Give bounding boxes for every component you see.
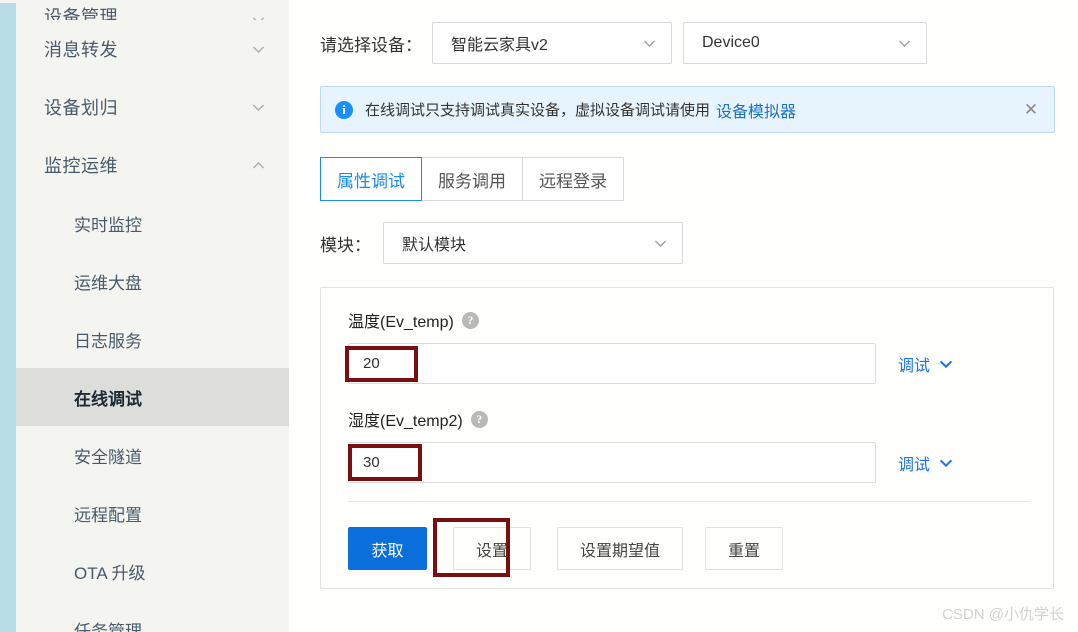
sidebar-item-label: 远程配置 bbox=[74, 505, 142, 525]
property-block-humidity: 湿度(Ev_temp2) ? 调试 bbox=[348, 407, 955, 483]
sidebar-item-online-debug[interactable]: 在线调试 bbox=[16, 368, 289, 426]
sidebar-item-remote-config[interactable]: 远程配置 bbox=[16, 484, 289, 542]
tab-remote-login[interactable]: 远程登录 bbox=[523, 157, 624, 201]
get-button-label: 获取 bbox=[371, 542, 404, 560]
device-simulator-link[interactable]: 设备模拟器 bbox=[716, 98, 796, 122]
info-circle-icon: i bbox=[335, 100, 353, 119]
question-circle-icon[interactable]: ? bbox=[470, 410, 488, 428]
property-debug-card: 温度(Ev_temp) ? 调试 湿度(Ev_temp2) ? bbox=[320, 287, 1054, 589]
device-select[interactable]: Device0 bbox=[683, 22, 927, 64]
debug-link-label: 调试 bbox=[898, 357, 931, 375]
device-selection-row: 请选择设备： 智能云家具v2 Device0 bbox=[320, 22, 927, 64]
question-circle-icon[interactable]: ? bbox=[461, 311, 479, 329]
product-select[interactable]: 智能云家具v2 bbox=[432, 22, 672, 64]
sidebar-group-label: 设备管理 bbox=[44, 7, 118, 20]
chevron-down-icon bbox=[641, 35, 658, 52]
property-title: 湿度(Ev_temp2) ? bbox=[348, 407, 955, 431]
chevron-down-icon bbox=[937, 454, 955, 472]
module-select[interactable]: 默认模块 bbox=[383, 222, 683, 264]
sidebar-group-label: 设备划归 bbox=[44, 98, 118, 118]
sidebar-item-realtime-monitoring[interactable]: 实时监控 bbox=[16, 194, 289, 252]
chevron-down-icon bbox=[652, 235, 669, 252]
chevron-down-icon bbox=[250, 41, 267, 58]
module-selection-row: 模块： 默认模块 bbox=[320, 222, 683, 264]
tab-service-invoke[interactable]: 服务调用 bbox=[422, 157, 523, 201]
device-select-label: 请选择设备： bbox=[320, 35, 422, 55]
sidebar-item-label: 运维大盘 bbox=[74, 273, 142, 293]
tab-label: 远程登录 bbox=[539, 171, 607, 191]
sidebar-item-secure-tunnel[interactable]: 安全隧道 bbox=[16, 426, 289, 484]
module-select-value: 默认模块 bbox=[402, 237, 467, 254]
set-button-label: 设置 bbox=[476, 542, 509, 560]
sidebar-item-label: 实时监控 bbox=[74, 215, 142, 235]
chevron-up-icon bbox=[250, 157, 267, 174]
temperature-debug-link[interactable]: 调试 bbox=[898, 352, 955, 376]
humidity-debug-link[interactable]: 调试 bbox=[898, 451, 955, 475]
chevron-down-icon bbox=[250, 99, 267, 116]
humidity-input[interactable] bbox=[348, 442, 876, 483]
main-content: 请选择设备： 智能云家具v2 Device0 i 在线调试只支持调试真实设备，虚… bbox=[289, 0, 1078, 632]
sidebar-item-label: 在线调试 bbox=[74, 389, 142, 409]
reset-button[interactable]: 重置 bbox=[705, 527, 784, 570]
sidebar-item-ops-dashboard[interactable]: 运维大盘 bbox=[16, 252, 289, 310]
sidebar-group-device-assignment[interactable]: 设备划归 bbox=[16, 78, 289, 136]
property-block-temperature: 温度(Ev_temp) ? 调试 bbox=[348, 308, 955, 384]
chevron-down-icon bbox=[937, 355, 955, 373]
module-label: 模块： bbox=[320, 235, 371, 255]
tab-label: 服务调用 bbox=[438, 171, 506, 191]
sidebar-group-label: 消息转发 bbox=[44, 40, 118, 60]
info-banner-text: 在线调试只支持调试真实设备，虚拟设备调试请使用 bbox=[365, 102, 711, 119]
set-expected-button[interactable]: 设置期望值 bbox=[557, 527, 684, 570]
sidebar-item-task-management[interactable]: 任务管理 bbox=[16, 600, 289, 632]
sidebar-item-label: 安全隧道 bbox=[74, 447, 142, 467]
sidebar-group-message-forwarding[interactable]: 消息转发 bbox=[16, 20, 289, 78]
watermark: CSDN @小仇学长 bbox=[942, 606, 1064, 623]
action-button-row: 获取 设置 设置期望值 重置 bbox=[348, 527, 784, 570]
temperature-input[interactable] bbox=[348, 343, 876, 384]
sidebar-item-log-service[interactable]: 日志服务 bbox=[16, 310, 289, 368]
left-accent-rail bbox=[0, 0, 16, 632]
tab-property-debug[interactable]: 属性调试 bbox=[320, 157, 422, 201]
chevron-down-icon bbox=[896, 35, 913, 52]
property-title-text: 温度(Ev_temp) bbox=[348, 314, 454, 331]
property-input-row: 调试 bbox=[348, 442, 955, 483]
tab-label: 属性调试 bbox=[337, 171, 405, 191]
sidebar-nav: 设备管理 消息转发 设备划归 监控运维 实时监控 运维大盘 日志服务 在线调试 … bbox=[16, 0, 289, 632]
set-button[interactable]: 设置 bbox=[453, 527, 532, 570]
property-title: 温度(Ev_temp) ? bbox=[348, 308, 955, 332]
sidebar-group-label: 监控运维 bbox=[44, 156, 118, 176]
sidebar-item-label: 任务管理 bbox=[74, 621, 142, 632]
device-select-value: Device0 bbox=[702, 34, 760, 51]
set-expected-button-label: 设置期望值 bbox=[580, 542, 661, 560]
chevron-down-icon bbox=[250, 12, 267, 20]
debug-tabs: 属性调试 服务调用 远程登录 bbox=[320, 157, 624, 201]
sidebar-item-ota-upgrade[interactable]: OTA 升级 bbox=[16, 542, 289, 600]
sidebar-group-monitoring-ops[interactable]: 监控运维 bbox=[16, 136, 289, 194]
reset-button-label: 重置 bbox=[728, 542, 761, 560]
rail-gap bbox=[0, 0, 16, 3]
debug-link-label: 调试 bbox=[898, 456, 931, 474]
product-select-value: 智能云家具v2 bbox=[451, 37, 548, 54]
sidebar-item-label: OTA 升级 bbox=[74, 563, 146, 583]
app-root: 设备管理 消息转发 设备划归 监控运维 实时监控 运维大盘 日志服务 在线调试 … bbox=[0, 0, 1078, 632]
property-input-row: 调试 bbox=[348, 343, 955, 384]
info-banner: i 在线调试只支持调试真实设备，虚拟设备调试请使用 设备模拟器 ✕ bbox=[320, 86, 1055, 133]
property-title-text: 湿度(Ev_temp2) bbox=[348, 413, 463, 430]
sidebar-item-label: 日志服务 bbox=[74, 331, 142, 351]
sidebar-group-device-management[interactable]: 设备管理 bbox=[16, 0, 289, 20]
close-icon[interactable]: ✕ bbox=[1022, 100, 1040, 119]
get-button[interactable]: 获取 bbox=[348, 527, 427, 570]
card-divider bbox=[348, 501, 1029, 502]
